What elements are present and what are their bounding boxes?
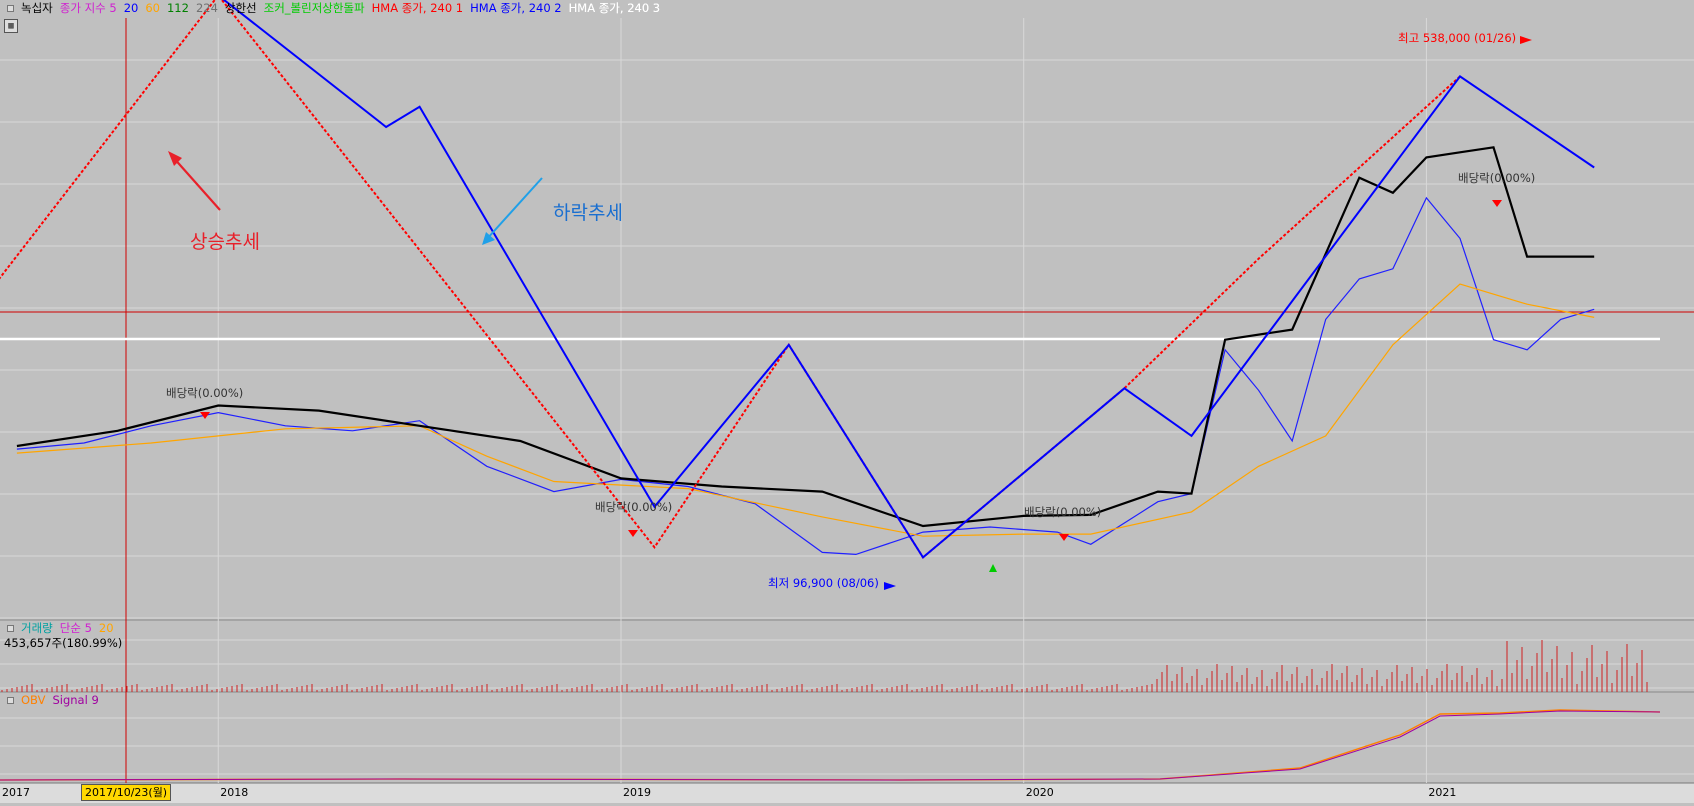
obv-legend-item[interactable]: Signal 9 — [52, 693, 98, 707]
annotation-label: 상승추세 — [190, 231, 260, 253]
volume-value: 453,657주(180.99%) — [4, 636, 123, 650]
volume-legend-item[interactable]: 거래량 — [21, 620, 53, 636]
volume-legend-item[interactable]: 20 — [99, 621, 114, 635]
x-tick-label: 2019 — [623, 786, 651, 799]
x-tick-label: 2018 — [220, 786, 248, 799]
volume-legend-item[interactable]: 단순 5 — [60, 620, 92, 636]
ex-dividend-marker — [628, 530, 638, 537]
low-marker-arrow — [884, 582, 896, 590]
grid-settings-icon[interactable]: ▦ — [4, 19, 18, 33]
main-legend-item[interactable]: 60 — [145, 1, 160, 15]
high-marker-arrow — [1520, 36, 1532, 44]
main-legend-item[interactable]: 224 — [196, 1, 218, 15]
main-legend-item[interactable]: 녹십자 — [21, 0, 53, 16]
trend-down-arrowhead — [482, 232, 495, 245]
breakout-signal-marker — [989, 564, 997, 572]
annotation-label: 배당락(0.00%) — [166, 386, 243, 400]
obv-legend-item[interactable]: OBV — [21, 693, 45, 707]
volume-legend: 거래량 단순 5 20 — [0, 620, 117, 636]
main-legend-item[interactable]: 20 — [124, 1, 139, 15]
trend-up-arrow — [171, 155, 221, 211]
ex-dividend-marker — [1059, 534, 1069, 541]
series-line-4 — [222, 0, 1595, 559]
main-legend-item[interactable]: 112 — [167, 1, 189, 15]
x-tick-label: 2021 — [1428, 786, 1456, 799]
crosshair-date-badge: 2017/10/23(월) — [81, 784, 172, 801]
series-line-2 — [16, 146, 1595, 528]
main-legend: 녹십자 종가 지수 5 20 60 112 224 상한선 조커_볼린저상한돌파 HMA 종가,… — [0, 0, 663, 16]
annotation-label: 최저 96,900 (08/06) — [768, 576, 879, 590]
stock-chart[interactable]: 2017 2018 2019 2020 2021 상승추세 하락추세 최고 538,000 (… — [0, 0, 1694, 803]
obv-line — [0, 709, 1661, 781]
main-legend-item[interactable]: HMA 종가, 240 1 — [372, 0, 464, 16]
annotation-label: 최고 538,000 (01/26) — [1398, 31, 1516, 45]
legend-toggle-icon[interactable] — [7, 624, 14, 632]
trend-down-arrow — [485, 177, 543, 241]
ex-dividend-marker — [1492, 200, 1502, 207]
annotation-label: 배당락(0.00%) — [1024, 505, 1101, 519]
x-tick-label: 2020 — [1026, 786, 1054, 799]
main-legend-item[interactable]: 조커_볼린저상한돌파 — [264, 0, 365, 16]
annotation-label: 하락추세 — [553, 202, 623, 224]
legend-toggle-icon[interactable] — [7, 4, 14, 12]
main-legend-item[interactable]: HMA 종가, 240 2 — [470, 0, 562, 16]
x-tick-label: 2017 — [2, 786, 30, 799]
legend-toggle-icon[interactable] — [7, 696, 14, 704]
chart-canvas[interactable]: 2017 2018 2019 2020 2021상승추세하락추세최고 538,000 (… — [0, 0, 1694, 803]
series-line-1 — [16, 283, 1595, 537]
main-legend-item[interactable]: HMA 종가, 240 3 — [569, 0, 661, 16]
annotation-label: 배당락(0.00%) — [595, 500, 672, 514]
annotation-label: 배당락(0.00%) — [1458, 171, 1535, 185]
main-legend-item[interactable]: 상한선 — [225, 0, 257, 16]
obv-legend: OBV Signal 9 — [0, 692, 102, 708]
main-legend-item[interactable]: 종가 지수 5 — [60, 0, 117, 16]
series-line-3 — [0, 0, 1461, 559]
